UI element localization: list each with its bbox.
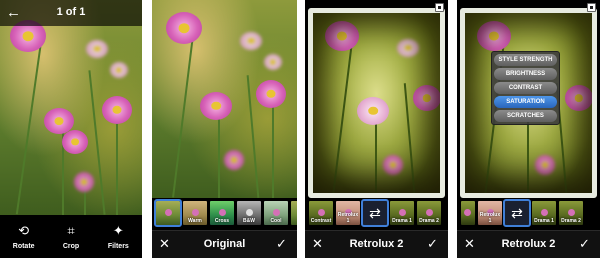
compare-icon[interactable] [435,3,444,12]
menu-item-scratches[interactable]: SCRATCHES [494,110,557,122]
rotate-label: Rotate [12,243,35,250]
crop-icon: ⌗ [67,223,75,238]
filter-label: Cross [214,218,230,224]
filter-label: Drama 1 [534,218,554,224]
swap-icon: ⇄ [511,204,523,221]
menu-item-saturation[interactable]: SATURATION [494,96,557,108]
menu-item-style-strength[interactable]: STYLE STRENGTH [494,54,557,66]
filter-thumb-drama-2[interactable]: Drama 2 [559,201,583,225]
filter-strip: Contrast Retrolux 1 ⇄ Drama 1 Drama 2 [305,198,448,228]
filter-thumb-cross[interactable]: Cross [210,201,234,225]
viewer-screen: ← 1 of 1 ⟲ Rotate ⌗ Crop ✦ Filters [0,0,142,258]
filter-strip: Retrolux 1 ⇄ Drama 1 Drama 2 [457,198,600,228]
filter-thumb-cool[interactable]: Cool [264,201,288,225]
menu-item-contrast[interactable]: CONTRAST [494,82,557,94]
checkmark-icon[interactable]: ✓ [276,237,290,251]
filter-thumb-more[interactable] [291,201,297,225]
swap-icon: ⇄ [369,204,381,221]
filters-label: Filters [107,243,129,250]
filter-thumb-retrolux-1[interactable]: Retrolux 1 [478,201,502,225]
edit-toolbar: ⟲ Rotate ⌗ Crop ✦ Filters [0,215,142,258]
rotate-button[interactable]: ⟲ Rotate [0,215,47,258]
filter-screen-adjust: STYLE STRENGTH BRIGHTNESS CONTRAST SATUR… [457,0,600,258]
action-bar: ✕ Retrolux 2 ✓ [305,230,448,258]
crop-button[interactable]: ⌗ Crop [47,215,94,258]
filter-thumb-retrolux-2[interactable]: ⇄ [503,199,531,227]
filter-label: Retrolux 1 [479,212,501,224]
photo [308,8,445,198]
magic-wand-icon: ✦ [112,223,124,238]
adjustment-menu: STYLE STRENGTH BRIGHTNESS CONTRAST SATUR… [491,51,560,125]
filter-thumb-drama-1[interactable]: Drama 1 [390,201,414,225]
filter-label: Drama 2 [419,218,439,224]
photo [152,0,297,198]
filter-thumb-contrast[interactable] [461,201,475,225]
menu-item-brightness[interactable]: BRIGHTNESS [494,68,557,80]
filter-thumb-retrolux-1[interactable]: Retrolux 1 [336,201,360,225]
filter-label: Contrast [310,218,332,224]
filter-label: B&W [243,218,255,224]
filter-thumb-drama-1[interactable]: Drama 1 [532,201,556,225]
filter-label: Warm [188,218,202,224]
crop-label: Crop [62,243,80,250]
filter-thumb-drama-2[interactable]: Drama 2 [417,201,441,225]
filter-screen-original: Warm Cross B&W Cool ✕ Original ✓ [152,0,297,258]
filter-label: Drama 1 [392,218,412,224]
filter-label: Drama 2 [561,218,581,224]
filter-thumb-bw[interactable]: B&W [237,201,261,225]
filters-button[interactable]: ✦ Filters [95,215,142,258]
rotate-icon: ⟲ [18,223,30,238]
filter-thumb-contrast[interactable]: Contrast [309,201,333,225]
filter-thumb-warm[interactable]: Warm [183,201,207,225]
checkmark-icon[interactable]: ✓ [579,237,593,251]
filter-strip: Warm Cross B&W Cool [152,198,297,228]
action-bar: ✕ Retrolux 2 ✓ [457,230,600,258]
filter-thumb-retrolux-2[interactable]: ⇄ [361,199,389,227]
filter-label: Cool [270,218,282,224]
compare-icon[interactable] [587,3,596,12]
filter-label: Retrolux 1 [337,212,359,224]
photo [0,0,142,215]
checkmark-icon[interactable]: ✓ [427,237,441,251]
action-bar: ✕ Original ✓ [152,230,297,258]
filter-thumb-original[interactable] [154,199,182,227]
image-counter: 1 of 1 [56,6,86,18]
filter-screen-retrolux: Contrast Retrolux 1 ⇄ Drama 1 Drama 2 ✕ … [305,0,448,258]
top-bar: ← 1 of 1 [0,0,142,26]
